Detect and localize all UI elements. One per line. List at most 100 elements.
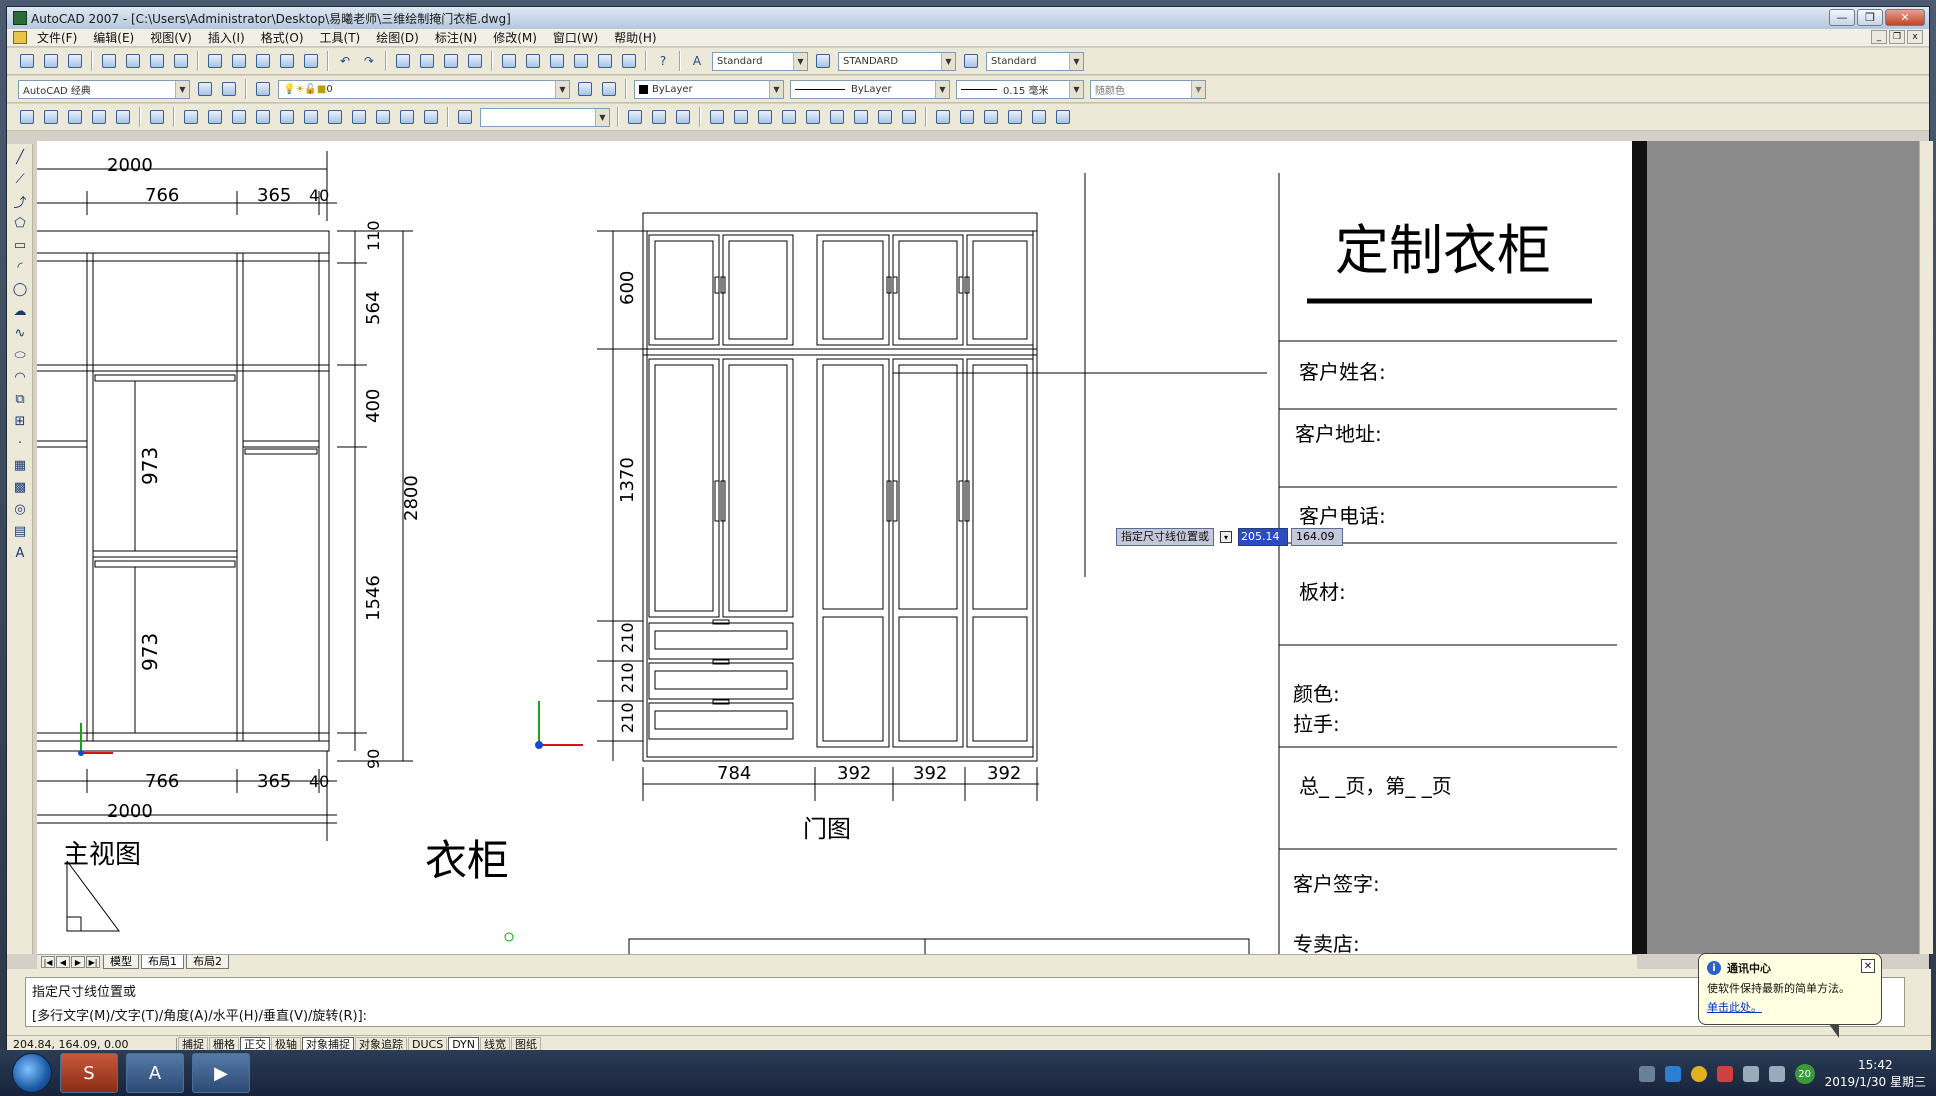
menu-draw[interactable]: 绘图(D) bbox=[368, 29, 427, 46]
color-select[interactable]: ByLayer ▼ bbox=[634, 79, 784, 99]
calculator-icon[interactable] bbox=[619, 51, 639, 71]
maximize-button[interactable]: ❐ bbox=[1857, 9, 1883, 26]
layer-previous-icon[interactable] bbox=[599, 79, 619, 99]
plotstyle-select[interactable]: 随颜色 ▼ bbox=[1090, 79, 1206, 99]
first-tab-icon[interactable]: |◀ bbox=[41, 956, 55, 968]
slice-icon[interactable] bbox=[827, 107, 847, 127]
3d-dwf-icon[interactable] bbox=[171, 51, 191, 71]
ellipse-icon[interactable]: ⬭ bbox=[10, 346, 30, 364]
taskbar-app-recorder[interactable]: ▶ bbox=[192, 1053, 250, 1093]
visual-style-2d-icon[interactable] bbox=[625, 107, 645, 127]
taskbar-app-autocad[interactable]: A bbox=[126, 1053, 184, 1093]
view-bottom-icon[interactable] bbox=[205, 107, 225, 127]
ucs-select[interactable]: ▼ bbox=[480, 107, 610, 127]
hatch-icon[interactable]: ▦ bbox=[10, 456, 30, 474]
doc-close-icon[interactable]: x bbox=[1907, 30, 1923, 44]
view-icon[interactable] bbox=[147, 107, 167, 127]
close-button[interactable]: ✕ bbox=[1885, 9, 1925, 26]
save-icon[interactable] bbox=[65, 51, 85, 71]
workspace-lock-icon[interactable] bbox=[219, 79, 239, 99]
render-icon[interactable] bbox=[113, 107, 133, 127]
help-icon[interactable]: ? bbox=[653, 51, 673, 71]
dim-style-icon[interactable] bbox=[813, 51, 833, 71]
view-front-icon[interactable] bbox=[277, 107, 297, 127]
matchprop-icon[interactable] bbox=[277, 51, 297, 71]
tab-layout2[interactable]: 布局2 bbox=[186, 955, 229, 969]
start-button[interactable] bbox=[12, 1053, 52, 1093]
loft-icon[interactable] bbox=[875, 107, 895, 127]
view-right-icon[interactable] bbox=[253, 107, 273, 127]
sphere-icon[interactable] bbox=[89, 107, 109, 127]
dyn-options-icon[interactable]: ▾ bbox=[1220, 531, 1232, 543]
cut-icon[interactable] bbox=[205, 51, 225, 71]
3d-array-icon[interactable] bbox=[981, 107, 1001, 127]
arc-icon[interactable]: ◜ bbox=[10, 258, 30, 276]
prev-tab-icon[interactable]: ◀ bbox=[56, 956, 70, 968]
design-center-icon[interactable] bbox=[523, 51, 543, 71]
tool-palettes-icon[interactable] bbox=[547, 51, 567, 71]
next-tab-icon[interactable]: ▶ bbox=[71, 956, 85, 968]
new-icon[interactable] bbox=[17, 51, 37, 71]
menu-help[interactable]: 帮助(H) bbox=[606, 29, 664, 46]
view-top-icon[interactable] bbox=[181, 107, 201, 127]
3d-rotate-icon[interactable] bbox=[957, 107, 977, 127]
polyline-icon[interactable]: ⤴ bbox=[10, 192, 30, 211]
copy-icon[interactable] bbox=[229, 51, 249, 71]
view-nw-iso-icon[interactable] bbox=[397, 107, 417, 127]
layer-select[interactable]: 💡☀🔓■ 0 ▼ bbox=[278, 79, 570, 99]
tray-app-icon[interactable] bbox=[1690, 1066, 1707, 1082]
view-ne-iso-icon[interactable] bbox=[373, 107, 393, 127]
sheet-set-icon[interactable] bbox=[571, 51, 591, 71]
revolve-icon[interactable] bbox=[731, 107, 751, 127]
workspace-settings-icon[interactable] bbox=[195, 79, 215, 99]
menu-modify[interactable]: 修改(M) bbox=[485, 29, 545, 46]
gradient-icon[interactable]: ▩ bbox=[10, 478, 30, 496]
close-icon[interactable]: ✕ bbox=[1861, 959, 1875, 973]
undo-icon[interactable]: ↶ bbox=[335, 51, 355, 71]
menu-file[interactable]: 文件(F) bbox=[29, 29, 85, 46]
dyn-value-x[interactable]: 205.14 bbox=[1238, 528, 1288, 546]
union-icon[interactable] bbox=[755, 107, 775, 127]
3d-move-icon[interactable] bbox=[933, 107, 953, 127]
construction-line-icon[interactable]: ⟋ bbox=[10, 170, 30, 188]
view-back-icon[interactable] bbox=[301, 107, 321, 127]
print-icon[interactable] bbox=[99, 51, 119, 71]
insert-block-icon[interactable]: ⧉ bbox=[10, 390, 30, 408]
drawing-canvas[interactable]: 2000 766 365 40 110 564 400 973 973 1546… bbox=[37, 141, 1637, 954]
workspace-select[interactable]: AutoCAD 经典 ▼ bbox=[18, 79, 190, 99]
paste-icon[interactable] bbox=[253, 51, 273, 71]
polygon-icon[interactable]: ⬠ bbox=[10, 214, 30, 232]
make-block-icon[interactable]: ⊞ bbox=[10, 412, 30, 430]
spline-icon[interactable]: ∿ bbox=[10, 324, 30, 342]
3d-orbit-icon[interactable] bbox=[1053, 107, 1073, 127]
rectangle-icon[interactable]: ▭ bbox=[10, 236, 30, 254]
menu-format[interactable]: 格式(O) bbox=[253, 29, 312, 46]
publish-icon[interactable] bbox=[147, 51, 167, 71]
tray-volume-icon[interactable] bbox=[1742, 1066, 1759, 1082]
menu-window[interactable]: 窗口(W) bbox=[545, 29, 606, 46]
block-editor-icon[interactable] bbox=[301, 51, 321, 71]
zoom-window-icon[interactable] bbox=[441, 51, 461, 71]
document-icon[interactable] bbox=[13, 31, 27, 44]
camera-icon[interactable] bbox=[421, 107, 441, 127]
minimize-button[interactable]: — bbox=[1829, 9, 1855, 26]
menu-dimension[interactable]: 标注(N) bbox=[427, 29, 485, 46]
text-style-icon[interactable]: A bbox=[687, 51, 707, 71]
ellipse-arc-icon[interactable]: ◠ bbox=[10, 368, 30, 386]
doc-minimize-icon[interactable]: _ bbox=[1871, 30, 1887, 44]
table-icon[interactable]: ▤ bbox=[10, 522, 30, 540]
3d-mirror-icon[interactable] bbox=[1005, 107, 1025, 127]
taskbar-app-sogou[interactable]: S bbox=[60, 1053, 118, 1093]
presspull-icon[interactable] bbox=[899, 107, 919, 127]
command-line[interactable]: 指定尺寸线位置或 [多行文字(M)/文字(T)/角度(A)/水平(H)/垂直(V… bbox=[25, 977, 1905, 1027]
clock[interactable]: 15:42 2019/1/30 星期三 bbox=[1825, 1057, 1926, 1091]
view-se-iso-icon[interactable] bbox=[349, 107, 369, 127]
pan-icon[interactable] bbox=[393, 51, 413, 71]
subtract-icon[interactable] bbox=[779, 107, 799, 127]
dyn-value-y[interactable]: 164.09 bbox=[1291, 528, 1343, 546]
circle-icon[interactable]: ◯ bbox=[10, 280, 30, 298]
3d-wedge-icon[interactable] bbox=[65, 107, 85, 127]
extrude-icon[interactable] bbox=[707, 107, 727, 127]
zoom-previous-icon[interactable] bbox=[465, 51, 485, 71]
dim-style-select[interactable]: STANDARD ▼ bbox=[838, 51, 956, 71]
